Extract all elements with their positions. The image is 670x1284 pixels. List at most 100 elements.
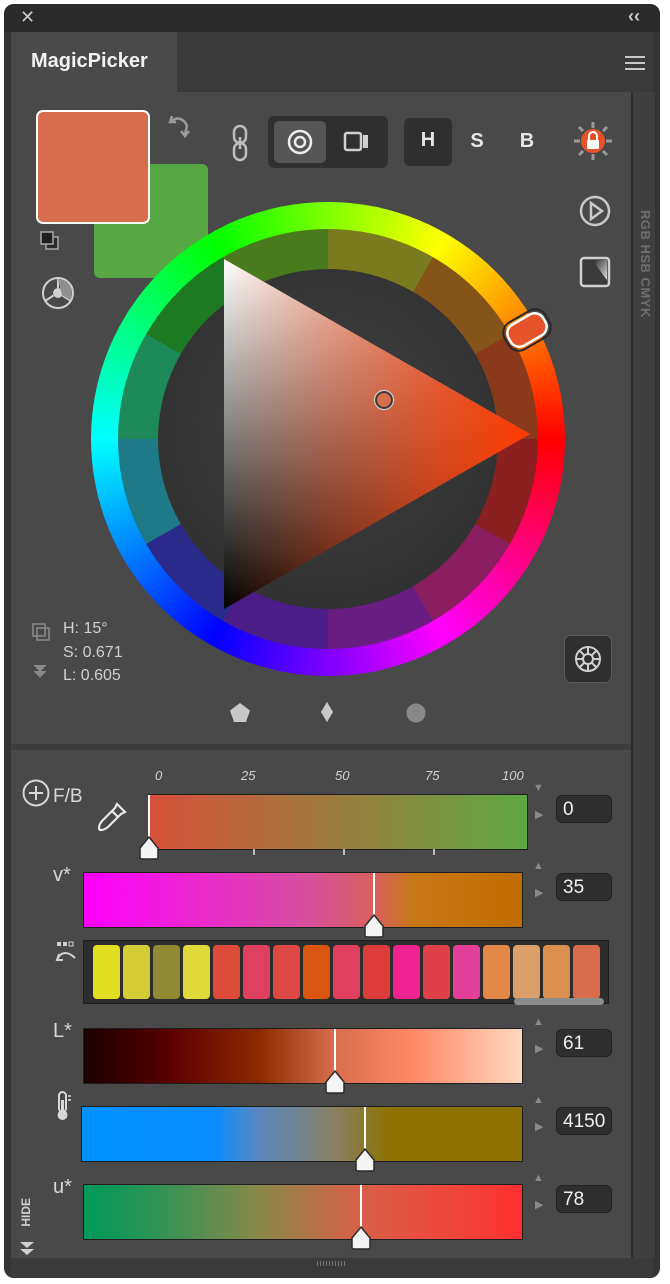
harmony-icon[interactable] — [41, 276, 75, 310]
swatch-palette[interactable] — [83, 940, 609, 1004]
palette-swatch[interactable] — [573, 945, 600, 999]
palette-swatch[interactable] — [423, 945, 450, 999]
palette-swatch[interactable] — [273, 945, 300, 999]
tab-label: MagicPicker — [31, 50, 148, 72]
spinner-right-arrow[interactable]: ▶ — [535, 1198, 543, 1211]
temperature-slider[interactable] — [81, 1106, 523, 1172]
spinner-right-arrow[interactable]: ▶ — [535, 1120, 543, 1133]
resize-grip[interactable] — [317, 1261, 347, 1266]
palette-swatch[interactable] — [93, 945, 120, 999]
scale-tick-0: 0 — [155, 768, 163, 783]
lightness-readout: L: 0.605 — [63, 667, 121, 684]
u-star-value-field[interactable]: 78 — [556, 1185, 612, 1213]
square-mode-icon[interactable] — [343, 130, 371, 154]
shape-mode-toggle — [268, 116, 388, 168]
palette-icon[interactable] — [55, 940, 79, 966]
color-mode-label[interactable]: RGB HSB CMYK — [633, 210, 653, 318]
fb-label: F/B — [53, 786, 83, 807]
slider-thumb[interactable] — [349, 1225, 373, 1251]
spinner-right-arrow[interactable]: ▶ — [535, 1042, 543, 1055]
hue-readout: H: 15° — [63, 620, 108, 637]
fb-scale: 0 25 50 75 100 — [149, 768, 525, 788]
wheel-mode-icon — [287, 129, 313, 155]
resize-bar[interactable] — [11, 1258, 653, 1278]
settings-wheel-button[interactable] — [564, 635, 612, 683]
palette-swatch[interactable] — [453, 945, 480, 999]
palette-swatch[interactable] — [243, 945, 270, 999]
palette-scrollbar[interactable] — [514, 998, 604, 1005]
expand-readout-icon[interactable] — [31, 662, 49, 680]
eyedropper-icon[interactable] — [95, 800, 129, 834]
fb-value-field[interactable]: 0 — [556, 795, 612, 823]
palette-swatch[interactable] — [123, 945, 150, 999]
hide-toggle[interactable]: HIDE — [17, 1198, 37, 1258]
palette-swatch[interactable] — [183, 945, 210, 999]
brightness-mode-button[interactable]: B — [504, 119, 550, 165]
menu-icon[interactable] — [625, 56, 645, 70]
copy-values-icon[interactable] — [31, 622, 51, 642]
chevron-down-icon — [20, 1242, 34, 1255]
scale-tick-100: 100 — [502, 768, 524, 783]
spinner-right-arrow[interactable]: ▶ — [535, 886, 543, 899]
l-star-slider[interactable] — [83, 1028, 523, 1094]
saturation-mode-button[interactable]: S — [454, 119, 500, 165]
fb-slider-ticks — [149, 849, 527, 855]
section-divider — [11, 744, 631, 750]
close-icon[interactable]: ✕ — [20, 7, 35, 28]
hide-label: HIDE — [19, 1198, 33, 1227]
saturation-readout: S: 0.671 — [63, 644, 123, 661]
thermometer-icon — [57, 1091, 71, 1120]
u-star-slider[interactable] — [83, 1184, 523, 1250]
spinner-up-arrow[interactable]: ▲ — [533, 1016, 544, 1028]
v-star-label: v* — [53, 864, 71, 886]
spinner-down-arrow[interactable]: ▼ — [533, 782, 544, 794]
magicpicker-window: ✕ ‹‹ MagicPicker RGB HSB CMYK H S B H: 1… — [4, 4, 660, 1278]
temperature-value-field[interactable]: 4150 — [556, 1107, 612, 1135]
hue-mode-label: H — [420, 129, 436, 151]
play-icon[interactable] — [578, 194, 612, 228]
saturation-mode-label: S — [470, 130, 484, 152]
v-star-slider[interactable] — [83, 872, 523, 938]
palette-swatch[interactable] — [333, 945, 360, 999]
slider-thumb[interactable] — [323, 1069, 347, 1095]
default-colors-icon[interactable] — [39, 230, 61, 252]
circle-icon[interactable] — [405, 702, 427, 724]
slider-thumb[interactable] — [362, 913, 386, 939]
tab-magicpicker[interactable]: MagicPicker — [11, 32, 177, 92]
spinner-up-arrow[interactable]: ▲ — [533, 860, 544, 872]
pentagon-icon[interactable] — [229, 702, 251, 724]
l-star-value-field[interactable]: 61 — [556, 1029, 612, 1057]
settings-wheel-icon — [575, 646, 601, 672]
scale-tick-75: 75 — [425, 768, 440, 783]
palette-swatch[interactable] — [363, 945, 390, 999]
tab-strip: MagicPicker — [11, 32, 653, 92]
palette-swatch[interactable] — [483, 945, 510, 999]
slider-thumb[interactable] — [353, 1147, 377, 1173]
spinner-up-arrow[interactable]: ▲ — [533, 1094, 544, 1106]
add-icon[interactable] — [21, 778, 51, 808]
title-bar: ✕ ‹‹ — [4, 4, 660, 32]
spinner-right-arrow[interactable]: ▶ — [535, 808, 543, 821]
swap-icon[interactable] — [166, 112, 192, 138]
palette-swatch[interactable] — [513, 945, 540, 999]
palette-swatch[interactable] — [303, 945, 330, 999]
slider-thumb[interactable] — [137, 835, 161, 861]
spinner-up-arrow[interactable]: ▲ — [533, 1172, 544, 1184]
picker-panel: RGB HSB CMYK H S B H: 15° S: 0.671 L: 0.… — [11, 92, 655, 1258]
lock-icon[interactable] — [572, 120, 614, 162]
wheel-mode-button[interactable] — [274, 121, 326, 163]
color-triangle[interactable] — [91, 202, 565, 676]
fb-slider[interactable] — [139, 794, 528, 860]
collapse-icon[interactable]: ‹‹ — [628, 6, 640, 27]
palette-swatch[interactable] — [213, 945, 240, 999]
square-gradient-icon[interactable] — [579, 256, 611, 288]
palette-swatch[interactable] — [543, 945, 570, 999]
link-icon[interactable] — [229, 124, 251, 162]
scale-tick-50: 50 — [335, 768, 350, 783]
palette-swatch[interactable] — [393, 945, 420, 999]
l-star-label: L* — [53, 1020, 72, 1042]
palette-swatch[interactable] — [153, 945, 180, 999]
hue-mode-button[interactable]: H — [404, 118, 452, 166]
diamond-icon[interactable] — [320, 701, 334, 723]
v-star-value-field[interactable]: 35 — [556, 873, 612, 901]
